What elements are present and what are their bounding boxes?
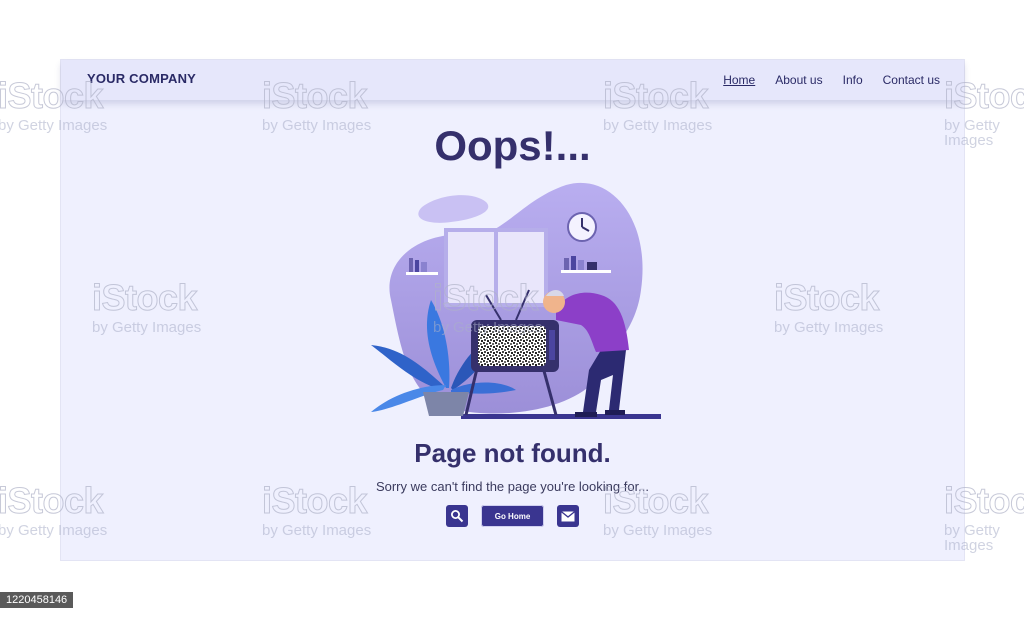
main-nav: Home About us Info Contact us <box>723 73 940 87</box>
nav-about[interactable]: About us <box>775 73 822 87</box>
nav-home[interactable]: Home <box>723 73 755 87</box>
page-not-found-title: Page not found. <box>414 438 611 468</box>
mail-button[interactable] <box>557 505 580 527</box>
not-found-message: Sorry we can't find the page you're look… <box>375 479 650 494</box>
company-logo[interactable]: YOUR COMPANY <box>87 71 196 86</box>
go-home-button[interactable]: Go Home <box>480 505 545 527</box>
oops-heading: Oops!... <box>434 122 591 169</box>
search-icon <box>450 510 463 523</box>
plant-pot <box>423 392 469 416</box>
broken-tv-illustration <box>371 182 661 419</box>
shelf-left <box>406 272 438 275</box>
top-navbar: YOUR COMPANY Home About us Info Contact … <box>61 60 964 100</box>
shelf-right <box>561 270 611 273</box>
mail-icon <box>561 510 576 521</box>
tv-static-screen <box>478 326 546 366</box>
search-button[interactable] <box>445 505 468 527</box>
action-bar: Go Home <box>61 505 964 527</box>
stock-image-id: 1220458146 <box>0 592 74 608</box>
landing-page: YOUR COMPANY Home About us Info Contact … <box>61 60 964 560</box>
floor-rug <box>461 414 661 419</box>
nav-contact[interactable]: Contact us <box>883 73 940 87</box>
nav-info[interactable]: Info <box>843 73 863 87</box>
small-blob <box>418 195 489 223</box>
